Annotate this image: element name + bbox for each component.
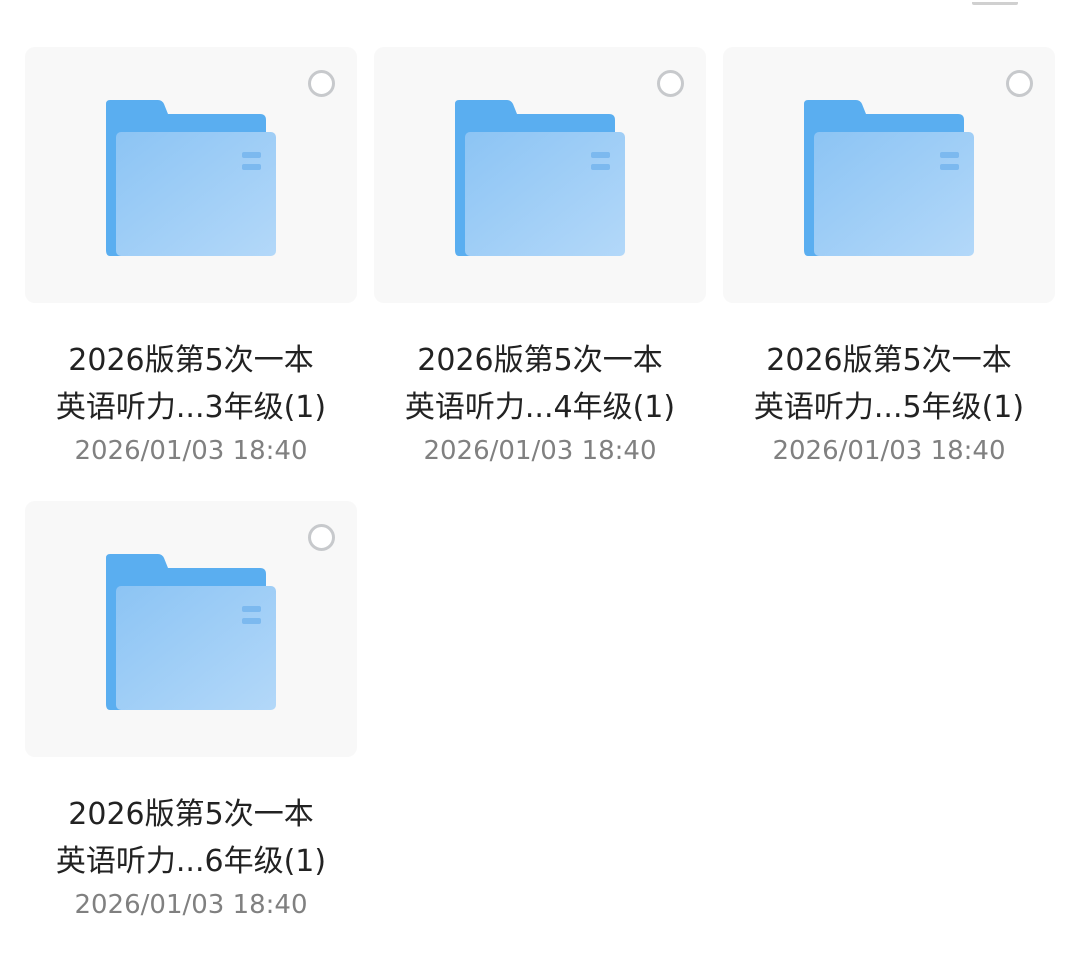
- folder-icon: [106, 100, 276, 256]
- file-name: 2026版第5次一本 英语听力...4年级(1): [374, 337, 706, 431]
- folder-thumbnail: [25, 501, 357, 757]
- folder-item[interactable]: 2026版第5次一本 英语听力...5年级(1) 2026/01/03 18:4…: [723, 47, 1055, 466]
- file-date: 2026/01/03 18:40: [74, 436, 308, 466]
- folder-item[interactable]: 2026版第5次一本 英语听力...6年级(1) 2026/01/03 18:4…: [25, 501, 357, 920]
- folder-icon: [455, 100, 625, 256]
- folder-icon: [106, 554, 276, 710]
- select-checkbox[interactable]: [657, 70, 684, 97]
- folder-grid: 2026版第5次一本 英语听力...3年级(1) 2026/01/03 18:4…: [25, 47, 1056, 920]
- select-checkbox[interactable]: [308, 70, 335, 97]
- file-date: 2026/01/03 18:40: [74, 890, 308, 920]
- select-checkbox[interactable]: [1006, 70, 1033, 97]
- file-date: 2026/01/03 18:40: [772, 436, 1006, 466]
- file-name-line1: 2026版第5次一本: [68, 343, 314, 378]
- folder-thumbnail: [25, 47, 357, 303]
- file-name-line1: 2026版第5次一本: [68, 797, 314, 832]
- file-name-line2: 英语听力...6年级(1): [55, 844, 327, 879]
- view-mode-icon[interactable]: [972, 0, 1018, 5]
- file-name: 2026版第5次一本 英语听力...5年级(1): [723, 337, 1055, 431]
- folder-thumbnail: [374, 47, 706, 303]
- folder-item[interactable]: 2026版第5次一本 英语听力...3年级(1) 2026/01/03 18:4…: [25, 47, 357, 466]
- top-bar-remnant: [0, 0, 1080, 8]
- folder-item[interactable]: 2026版第5次一本 英语听力...4年级(1) 2026/01/03 18:4…: [374, 47, 706, 466]
- file-name-line2: 英语听力...5年级(1): [753, 390, 1025, 425]
- folder-thumbnail: [723, 47, 1055, 303]
- select-checkbox[interactable]: [308, 524, 335, 551]
- file-name-line2: 英语听力...4年级(1): [404, 390, 676, 425]
- file-name-line2: 英语听力...3年级(1): [55, 390, 327, 425]
- file-name-line1: 2026版第5次一本: [417, 343, 663, 378]
- file-name: 2026版第5次一本 英语听力...3年级(1): [25, 337, 357, 431]
- file-date: 2026/01/03 18:40: [423, 436, 657, 466]
- file-name-line1: 2026版第5次一本: [766, 343, 1012, 378]
- folder-icon: [804, 100, 974, 256]
- file-name: 2026版第5次一本 英语听力...6年级(1): [25, 791, 357, 885]
